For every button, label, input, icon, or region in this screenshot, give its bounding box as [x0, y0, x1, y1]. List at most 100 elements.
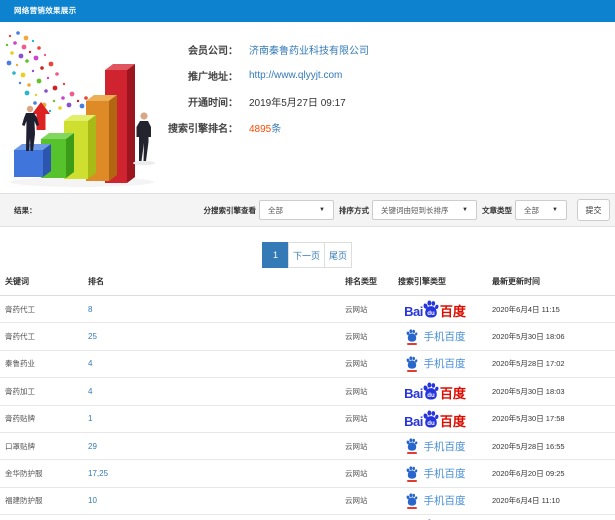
info-value[interactable]: http://www.qlyyjt.com — [249, 70, 342, 81]
header-rank-type: 排名类型 — [345, 277, 377, 286]
rank-type-cell: 云网站 — [345, 496, 368, 506]
time-cell: 2020年5月30日 18:03 — [492, 386, 565, 396]
baidu-paw-icon — [405, 356, 419, 372]
article-select[interactable]: 全部 ▼ — [515, 200, 567, 220]
info-value: 4895条 — [249, 123, 282, 135]
table-row: 口罩贴牌 29 云网站 手机百度 2020年5月28日 16:55 — [0, 433, 615, 461]
rank-value[interactable]: 1 — [88, 414, 92, 423]
rank-value[interactable]: 17,25 — [88, 469, 108, 478]
header-rank: 排名 — [88, 277, 104, 286]
rank-value[interactable]: 29 — [88, 442, 97, 451]
table-row: 膏药代工 25 云网站 手机百度 2020年5月30日 18:06 — [0, 323, 615, 351]
baidu-logo: Bai du百度 — [404, 410, 466, 428]
company-info: 会员公司： 济南秦鲁药业科技有限公司推广地址： http://www.qlyyjt.… — [0, 36, 615, 140]
svg-text:du: du — [427, 392, 435, 399]
mobile-baidu-logo: 手机百度 — [405, 493, 466, 509]
last-page-button[interactable]: 尾页 — [324, 242, 353, 268]
engine-cell: Bai du百度 — [395, 410, 487, 428]
filter-bar: 结果： 分搜索引擎查看 全部 ▼ 排序方式 关键词由短到长排序 ▼ 文章类型 全部 ▼… — [0, 193, 615, 227]
info-row: 开通时间： 2019年5月27日 09:17 — [0, 88, 615, 114]
time-cell: 2020年5月30日 17:58 — [492, 414, 565, 424]
sort-select-value: 关键词由短到长排序 — [381, 205, 449, 215]
results-table: 关键词 排名 排名类型 搜索引擎类型 最新更新时间 膏药代工 8 云网站 Bai du… — [0, 268, 615, 520]
engine-cell: 手机百度 — [395, 328, 487, 345]
engine-cell: 手机百度 — [395, 465, 487, 482]
rank-cell: 4 — [85, 387, 340, 396]
rank-type-cell: 云网站 — [345, 304, 368, 314]
svg-text:du: du — [427, 420, 435, 427]
info-row: 搜索引擎排名： 4895条 — [0, 114, 615, 140]
pagination: 1 下一页 尾页 — [0, 227, 615, 268]
rank-value[interactable]: 8 — [88, 305, 92, 314]
baidu-logo: Bai du百度 — [404, 382, 466, 400]
engine-select[interactable]: 全部 ▼ — [259, 200, 334, 220]
table-header-row: 关键词 排名 排名类型 搜索引擎类型 最新更新时间 — [0, 268, 615, 296]
keyword-cell: 膏药代工 — [5, 332, 35, 342]
time-cell: 2020年5月28日 17:02 — [492, 359, 565, 369]
info-row: 推广地址： http://www.qlyyjt.com — [0, 62, 615, 88]
mobile-baidu-logo: 手机百度 — [405, 356, 466, 372]
rank-cell: 8 — [85, 305, 340, 314]
next-page-button[interactable]: 下一页 — [287, 242, 325, 268]
engine-filter-label: 分搜索引擎查看 — [203, 205, 257, 215]
rank-value[interactable]: 25 — [88, 332, 97, 341]
info-row: 会员公司： 济南秦鲁药业科技有限公司 — [0, 36, 615, 62]
info-label: 会员公司： — [188, 45, 238, 57]
rank-value[interactable]: 4 — [88, 387, 92, 396]
rank-type-cell: 云网站 — [345, 359, 368, 369]
baidu-paw-icon — [405, 438, 419, 455]
header-keyword: 关键词 — [5, 277, 29, 286]
dropdown-arrow-icon: ▼ — [552, 207, 558, 213]
mobile-baidu-logo: 手机百度 — [405, 328, 466, 345]
result-label: 结果： — [14, 205, 37, 215]
rank-type-cell: 云网站 — [345, 386, 368, 396]
filter-controls: 分搜索引擎查看 全部 ▼ 排序方式 关键词由短到长排序 ▼ 文章类型 全部 ▼ 提交 — [203, 199, 610, 221]
rank-type-cell: 云网站 — [345, 414, 368, 424]
table-body: 膏药代工 8 云网站 Bai du 百度 2020年6月4日 11:15 膏药代工 25 云网站… — [0, 296, 615, 520]
baidu-paw-icon — [405, 465, 419, 482]
baidu-logo: Bai du百度 — [404, 300, 466, 318]
table-row: 秦鲁药业 4 云网站 手机百度 2020年5月28日 17:02 — [0, 351, 615, 379]
time-cell: 2020年5月30日 18:06 — [492, 332, 565, 342]
info-value[interactable]: 济南秦鲁药业科技有限公司 — [249, 42, 369, 57]
baidu-paw-icon — [405, 328, 419, 345]
submit-button[interactable]: 提交 — [577, 199, 610, 221]
time-cell: 2020年5月28日 16:55 — [492, 441, 565, 451]
engine-cell: Bai du百度 — [395, 382, 487, 400]
mobile-baidu-logo: 手机百度 — [405, 438, 466, 455]
header-update-time: 最新更新时间 — [492, 277, 540, 286]
rank-type-cell: 云网站 — [345, 332, 368, 342]
rank-value[interactable]: 4 — [88, 359, 92, 368]
sort-select[interactable]: 关键词由短到长排序 ▼ — [372, 200, 477, 220]
sort-filter-label: 排序方式 — [339, 205, 369, 215]
dropdown-arrow-icon: ▼ — [319, 207, 325, 213]
keyword-cell: 金华防护服 — [5, 469, 43, 479]
table-row: 膏药贴牌 1 云网站 Bai du 百度 2020年5月30日 17:58 — [0, 406, 615, 433]
info-label: 搜索引擎排名： — [168, 123, 238, 135]
keyword-cell: 膏药贴牌 — [5, 414, 35, 424]
keyword-cell: 膏药代工 — [5, 304, 35, 314]
rank-cell: 29 — [85, 442, 340, 451]
keyword-cell: 膏药加工 — [5, 386, 35, 396]
page-title: 网络营销效果展示 — [0, 0, 615, 22]
rank-value[interactable]: 10 — [88, 496, 97, 505]
table-row: 膏药代工 8 云网站 Bai du 百度 2020年6月4日 11:15 — [0, 296, 615, 324]
table-row: 膏药加工 4 云网站 Bai du 百度 2020年5月30日 18:03 — [0, 378, 615, 406]
rank-type-cell: 云网站 — [345, 441, 368, 451]
time-cell: 2020年6月20日 09:25 — [492, 469, 565, 479]
mobile-baidu-logo: 手机百度 — [405, 465, 466, 482]
table-row: 福建防护服 10 云网站 手机百度 2020年6月4日 11:10 — [0, 488, 615, 516]
article-select-value: 全部 — [524, 205, 539, 215]
rank-cell: 1 — [85, 414, 340, 423]
time-cell: 2020年6月4日 11:15 — [492, 304, 560, 314]
rank-cell: 4 — [85, 359, 340, 368]
svg-text:du: du — [427, 310, 435, 317]
page-1-button[interactable]: 1 — [261, 242, 289, 268]
keyword-cell: 口罩贴牌 — [5, 441, 35, 451]
table-row: Bai du百度 — [0, 515, 615, 520]
engine-cell: 手机百度 — [395, 356, 487, 372]
dropdown-arrow-icon: ▼ — [462, 207, 468, 213]
header-engine-type: 搜索引擎类型 — [398, 277, 446, 286]
rank-cell: 17,25 — [85, 469, 340, 478]
info-value: 2019年5月27日 09:17 — [249, 97, 346, 109]
